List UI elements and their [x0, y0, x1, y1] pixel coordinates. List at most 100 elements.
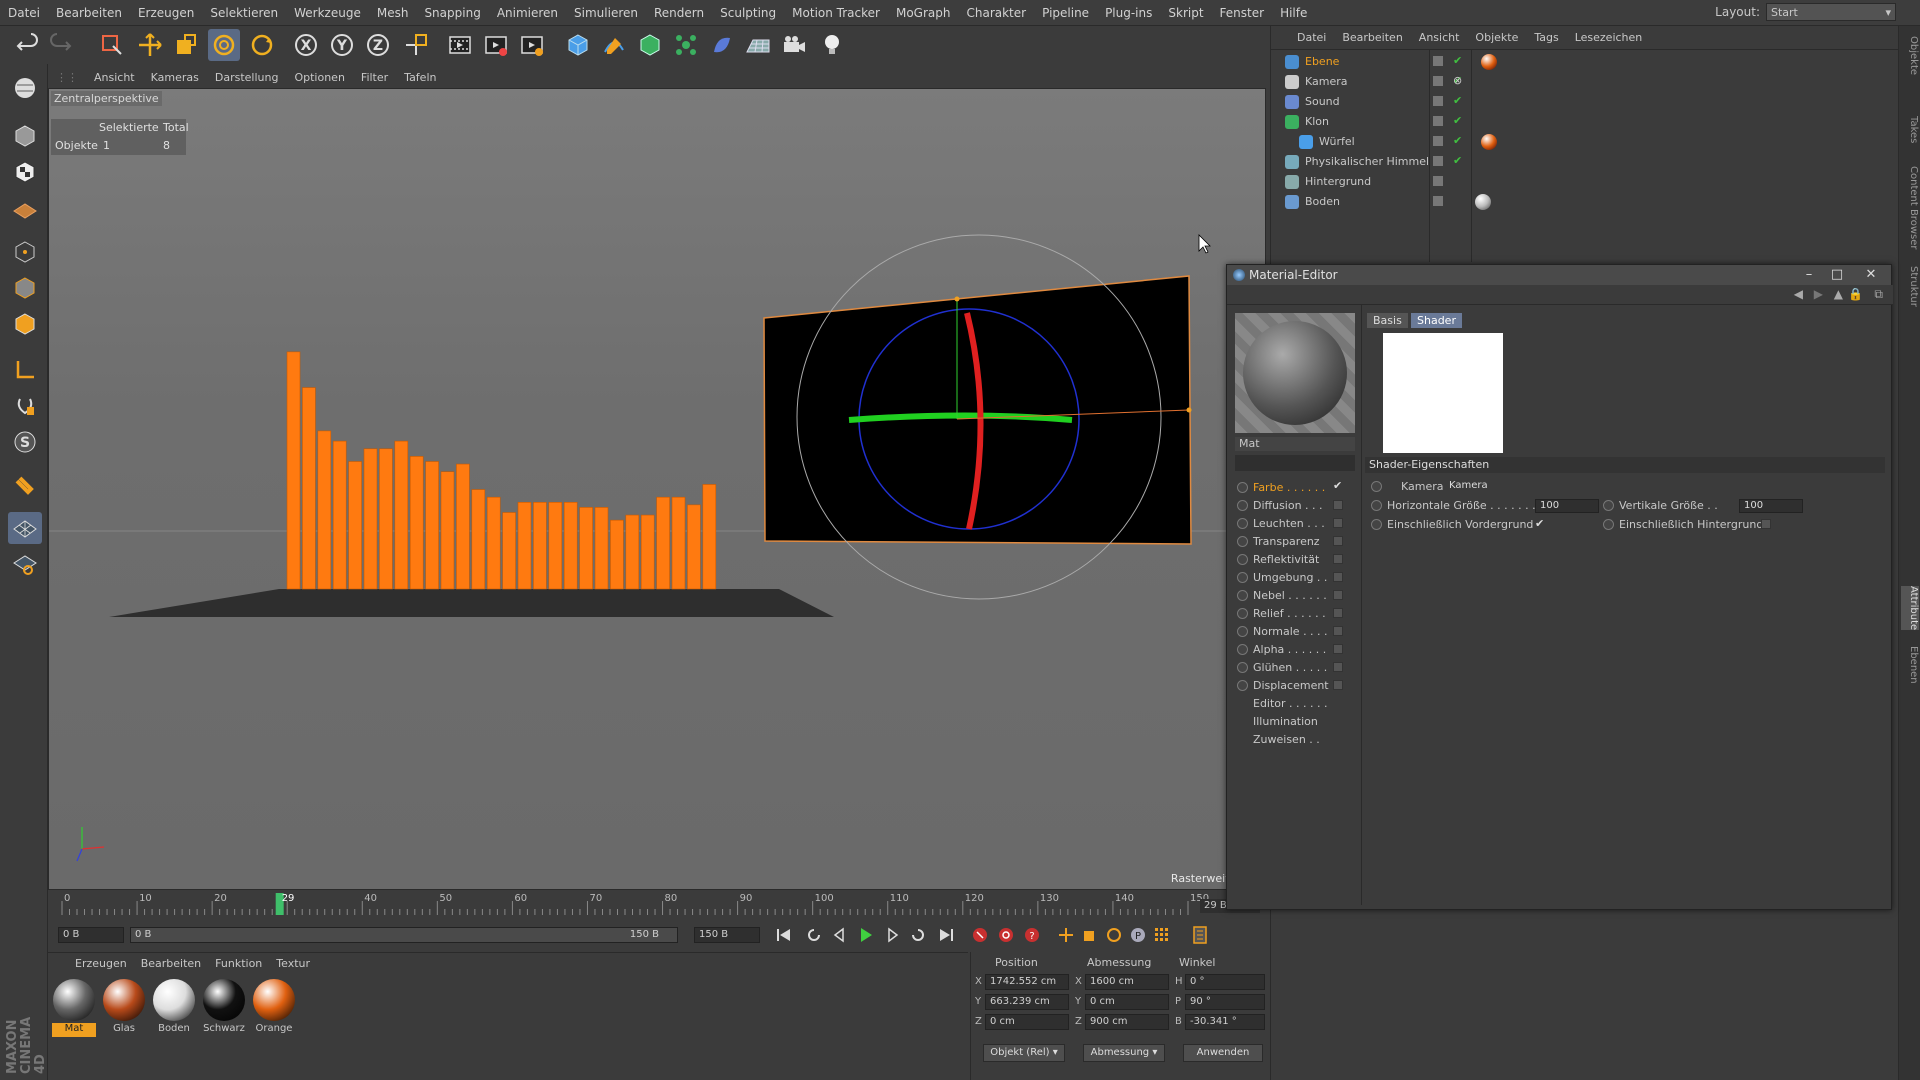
timeline-ruler[interactable]: 0102029405060708090100110120130140150 29…	[48, 891, 1268, 919]
nav-up-icon[interactable]: ▲	[1834, 287, 1843, 301]
channel-row[interactable]: Farbe . . . . . . ✔	[1235, 479, 1355, 497]
tab-shader[interactable]: Shader	[1411, 313, 1462, 328]
bar-clone[interactable]	[687, 504, 701, 590]
enable-check-icon[interactable]: ✔	[1453, 94, 1462, 107]
camera-anim-dot[interactable]	[1371, 481, 1382, 492]
bar-clone[interactable]	[517, 501, 532, 590]
object-menu-2[interactable]: Ansicht	[1411, 31, 1468, 44]
layout-dropdown[interactable]: Start ▾	[1766, 3, 1896, 21]
redo-button[interactable]	[44, 29, 76, 61]
horizontal-size-field[interactable]: 100	[1535, 499, 1599, 513]
visibility-toggle[interactable]	[1433, 156, 1443, 166]
magnet-button[interactable]	[8, 470, 42, 502]
visibility-toggle[interactable]	[1433, 76, 1443, 86]
channel-row[interactable]: Leuchten . . .	[1235, 515, 1355, 533]
x-axis-lock-button[interactable]: X	[290, 29, 322, 61]
enable-check-icon[interactable]: ✔	[1453, 154, 1462, 167]
enable-check-icon[interactable]: ✔	[1453, 134, 1462, 147]
object-menu-0[interactable]: Datei	[1289, 31, 1334, 44]
end-frame-field[interactable]: 150 B	[694, 927, 760, 943]
maximize-button[interactable]: □	[1825, 267, 1849, 283]
cloner-button[interactable]	[670, 29, 702, 61]
material-swatch[interactable]: Glas	[102, 979, 146, 1039]
render-picture-button[interactable]	[480, 29, 512, 61]
include-background-checkbox[interactable]	[1761, 519, 1771, 529]
menu-4[interactable]: Werkzeuge	[286, 6, 369, 20]
visibility-toggle[interactable]	[1433, 116, 1443, 126]
render-view-button[interactable]	[444, 29, 476, 61]
channel-row[interactable]: Alpha . . . . . .	[1235, 641, 1355, 659]
bar-clone[interactable]	[440, 471, 455, 590]
key-rotation-button[interactable]	[1102, 924, 1126, 946]
close-button[interactable]: ✕	[1859, 267, 1883, 283]
menu-0[interactable]: Datei	[0, 6, 48, 20]
bar-clone[interactable]	[409, 456, 424, 590]
coord-rot-field[interactable]: -30.341 °	[1185, 1014, 1265, 1030]
material-tag-icon[interactable]	[1481, 54, 1497, 70]
channel-enable-checkbox[interactable]	[1333, 554, 1343, 564]
pen-button[interactable]	[598, 29, 630, 61]
prev-frame-button[interactable]	[828, 924, 852, 946]
bg-anim-dot[interactable]	[1603, 519, 1614, 530]
menu-6[interactable]: Snapping	[416, 6, 488, 20]
object-row[interactable]: Physikalischer Himmel ✔	[1271, 152, 1899, 172]
texture-mode-button[interactable]	[8, 156, 42, 188]
viewport-menu-2[interactable]: Darstellung	[207, 71, 287, 84]
live-selection-button[interactable]	[96, 29, 128, 61]
bar-clone[interactable]	[594, 507, 609, 590]
coord-size-field[interactable]: 1600 cm	[1085, 974, 1169, 990]
polygons-mode-button[interactable]	[8, 308, 42, 340]
include-foreground-checkbox[interactable]: ✔	[1535, 517, 1544, 530]
object-row[interactable]: Sound ✔	[1271, 92, 1899, 112]
apply-button[interactable]: Anwenden	[1183, 1044, 1263, 1062]
material-menu-3[interactable]: Textur	[269, 957, 317, 970]
channel-anim-dot[interactable]	[1237, 608, 1248, 619]
goto-end-button[interactable]	[934, 924, 958, 946]
menu-12[interactable]: MoGraph	[888, 6, 959, 20]
menu-7[interactable]: Animieren	[489, 6, 566, 20]
menu-10[interactable]: Sculpting	[712, 6, 784, 20]
object-row[interactable]: Boden	[1271, 192, 1899, 212]
viewport-menu-3[interactable]: Optionen	[286, 71, 352, 84]
menu-13[interactable]: Charakter	[958, 6, 1034, 20]
channel-anim-dot[interactable]	[1237, 662, 1248, 673]
key-scale-button[interactable]	[1078, 924, 1102, 946]
material-swatch[interactable]: Boden	[152, 979, 196, 1039]
visibility-toggle[interactable]	[1433, 176, 1443, 186]
channel-row[interactable]: Reflektivität	[1235, 551, 1355, 569]
menu-1[interactable]: Bearbeiten	[48, 6, 130, 20]
bar-clone[interactable]	[625, 514, 640, 590]
coord-pos-field[interactable]: 0 cm	[985, 1014, 1069, 1030]
material-tag-icon[interactable]	[1481, 134, 1497, 150]
workplane-lock-button[interactable]	[8, 512, 42, 544]
bar-clone[interactable]	[286, 351, 301, 590]
menu-17[interactable]: Fenster	[1212, 6, 1273, 20]
size-mode-dropdown[interactable]: Abmessung ▾	[1083, 1044, 1165, 1062]
timeline-window-button[interactable]	[1188, 924, 1212, 946]
coord-mode-dropdown[interactable]: Objekt (Rel) ▾	[983, 1044, 1065, 1062]
channel-anim-dot[interactable]	[1237, 500, 1248, 511]
menu-11[interactable]: Motion Tracker	[784, 6, 888, 20]
channel-anim-dot[interactable]	[1237, 572, 1248, 583]
bar-clone[interactable]	[302, 387, 316, 590]
undo-button[interactable]	[12, 29, 44, 61]
hsize-anim-dot[interactable]	[1371, 500, 1382, 511]
viewport-menu-0[interactable]: Ansicht	[86, 71, 143, 84]
channel-enable-checkbox[interactable]	[1333, 500, 1343, 510]
bar-clone[interactable]	[425, 461, 439, 590]
goto-start-button[interactable]	[772, 924, 796, 946]
channel-row[interactable]: Displacement	[1235, 677, 1355, 695]
coord-pos-field[interactable]: 663.239 cm	[985, 994, 1069, 1010]
right-tab-1[interactable]: Takes	[1901, 116, 1919, 143]
object-menu-3[interactable]: Objekte	[1467, 31, 1526, 44]
channel-anim-dot[interactable]	[1237, 518, 1248, 529]
bar-clone[interactable]	[548, 501, 563, 590]
object-menu-5[interactable]: Lesezeichen	[1567, 31, 1651, 44]
right-tab-4[interactable]: Attribute	[1901, 586, 1919, 631]
play-button[interactable]	[854, 924, 878, 946]
bar-clone[interactable]	[656, 496, 670, 590]
points-mode-button[interactable]	[8, 236, 42, 268]
editor-section-row[interactable]: Editor . . . . . .	[1235, 695, 1355, 713]
menu-3[interactable]: Selektieren	[202, 6, 286, 20]
bar-clone[interactable]	[317, 430, 332, 590]
